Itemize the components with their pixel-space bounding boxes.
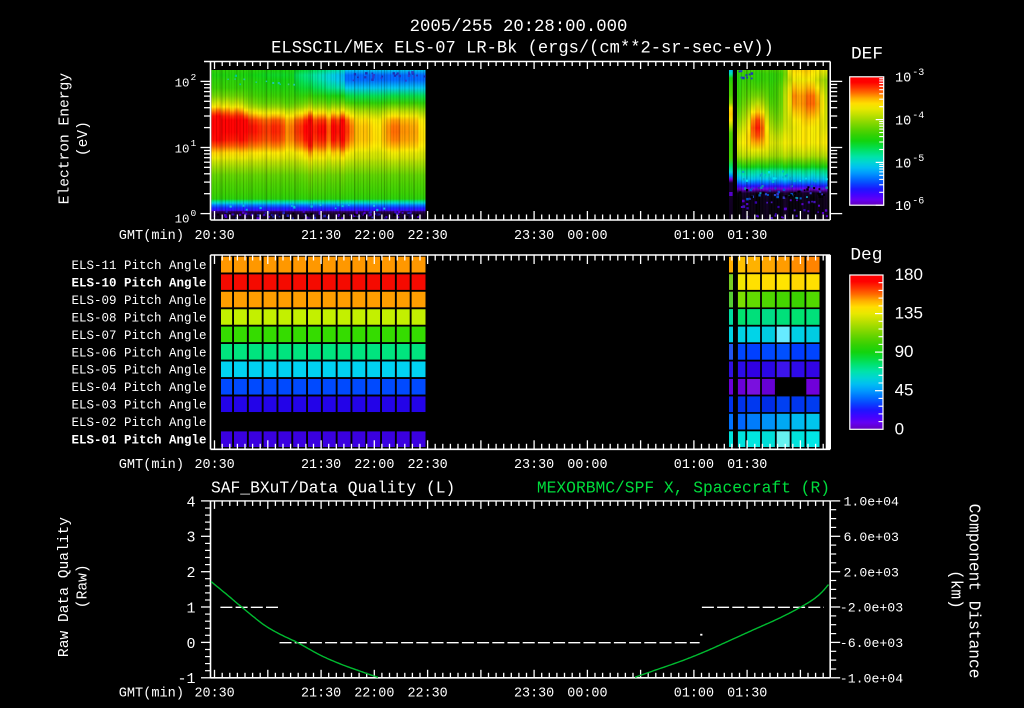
svg-text:ELS-03 Pitch Angle: ELS-03 Pitch Angle [71,399,206,413]
svg-text:-3: -3 [912,68,924,79]
svg-text:4: 4 [186,494,195,511]
svg-text:0: 0 [895,419,904,438]
svg-text:2: 2 [191,72,197,83]
svg-text:6.0e+03: 6.0e+03 [844,530,899,545]
svg-text:21:30: 21:30 [301,686,341,701]
svg-text:ELS-08 Pitch Angle: ELS-08 Pitch Angle [71,311,206,325]
svg-text:10: 10 [175,212,190,226]
svg-text:ELS-07 Pitch Angle: ELS-07 Pitch Angle [71,329,206,343]
svg-text:10: 10 [175,143,190,157]
svg-text:22:30: 22:30 [408,686,448,701]
svg-text:-1.0e+04: -1.0e+04 [840,672,903,687]
svg-text:01:00: 01:00 [674,229,714,244]
svg-text:ELS-06 Pitch Angle: ELS-06 Pitch Angle [71,346,206,360]
svg-text:2005/255 20:28:00.000: 2005/255 20:28:00.000 [410,18,628,37]
svg-text:Deg: Deg [850,246,882,266]
svg-text:00:00: 00:00 [567,229,607,244]
svg-text:22:00: 22:00 [354,458,394,473]
svg-text:22:00: 22:00 [354,229,394,244]
svg-text:GMT(min): GMT(min) [119,229,184,244]
svg-text:ELS-05 Pitch Angle: ELS-05 Pitch Angle [71,364,206,378]
svg-text:10: 10 [895,72,911,87]
svg-text:0: 0 [186,636,195,653]
svg-text:20:30: 20:30 [195,229,235,244]
svg-text:0: 0 [191,208,197,219]
svg-text:90: 90 [895,342,914,361]
svg-text:-4: -4 [912,111,924,122]
svg-text:ELS-10 Pitch Angle: ELS-10 Pitch Angle [71,277,206,291]
svg-text:135: 135 [895,304,923,323]
svg-text:01:00: 01:00 [674,458,714,473]
svg-text:1.0e+04: 1.0e+04 [844,495,899,510]
svg-text:MEXORBMC/SPF X, Spacecraft (R): MEXORBMC/SPF X, Spacecraft (R) [537,479,830,498]
svg-text:00:00: 00:00 [567,686,607,701]
svg-text:ELS-02 Pitch Angle: ELS-02 Pitch Angle [71,416,206,430]
svg-text:21:30: 21:30 [301,458,341,473]
svg-text:ELS-09 Pitch Angle: ELS-09 Pitch Angle [71,294,206,308]
svg-text:23:30: 23:30 [514,458,554,473]
svg-text:01:30: 01:30 [727,458,767,473]
svg-text:21:30: 21:30 [301,229,341,244]
svg-text:-6: -6 [912,197,924,208]
svg-text:22:00: 22:00 [354,686,394,701]
svg-text:GMT(min): GMT(min) [119,458,184,473]
svg-text:23:30: 23:30 [514,686,554,701]
svg-text:-2.0e+03: -2.0e+03 [840,601,903,616]
svg-text:22:30: 22:30 [408,229,448,244]
svg-text:ELS-11 Pitch Angle: ELS-11 Pitch Angle [71,259,206,273]
svg-text:DEF: DEF [851,45,883,65]
svg-text:01:30: 01:30 [727,686,767,701]
svg-text:01:00: 01:00 [674,686,714,701]
svg-text:2.0e+03: 2.0e+03 [844,565,899,580]
svg-text:20:30: 20:30 [195,458,235,473]
svg-text:Component Distance: Component Distance [965,504,983,679]
svg-text:1: 1 [191,138,197,149]
svg-text:(eV): (eV) [76,121,92,156]
svg-text:ELS-04 Pitch Angle: ELS-04 Pitch Angle [71,381,206,395]
svg-text:180: 180 [895,265,923,284]
svg-text:-6.0e+03: -6.0e+03 [840,636,903,651]
svg-text:10: 10 [895,115,911,130]
svg-text:-5: -5 [912,154,924,165]
svg-text:23:30: 23:30 [514,229,554,244]
svg-text:1: 1 [186,600,195,617]
svg-text:(Raw): (Raw) [76,564,92,608]
svg-text:SAF_BXuT/Data Quality (L): SAF_BXuT/Data Quality (L) [211,479,455,498]
svg-text:2: 2 [186,565,195,582]
svg-text:3: 3 [186,530,195,547]
svg-text:Raw Data Quality: Raw Data Quality [57,517,73,657]
svg-text:(km): (km) [947,570,965,609]
svg-text:20:30: 20:30 [195,686,235,701]
svg-text:22:30: 22:30 [408,458,448,473]
svg-text:Electron Energy: Electron Energy [58,73,74,205]
svg-text:ELS-01 Pitch Angle: ELS-01 Pitch Angle [71,434,206,448]
svg-text:01:30: 01:30 [727,229,767,244]
svg-text:GMT(min): GMT(min) [119,686,184,701]
svg-text:00:00: 00:00 [567,458,607,473]
svg-text:ELSSCIL/MEx ELS-07 LR-Bk (erg: ELSSCIL/MEx ELS-07 LR-Bk (ergs/(cm**2-sr… [271,40,774,59]
svg-text:10: 10 [895,157,911,172]
svg-text:10: 10 [175,76,190,90]
svg-text:10: 10 [895,200,911,215]
svg-text:45: 45 [895,381,914,400]
